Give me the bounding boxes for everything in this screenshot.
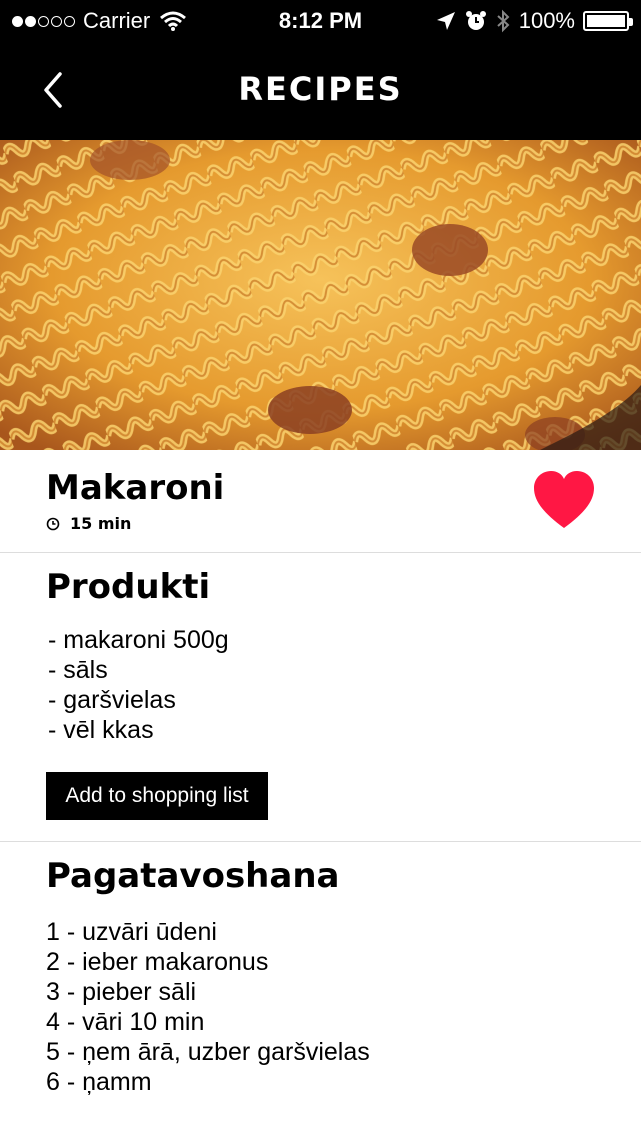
- step-item: 3 - pieber sāli: [46, 978, 197, 1006]
- battery-icon: [583, 11, 633, 31]
- preparation-section: Pagatavoshana 1 - uzvāri ūdeni 2 - ieber…: [0, 842, 641, 1136]
- nav-title: RECIPES: [238, 70, 403, 108]
- recipe-title: Makaroni: [46, 468, 225, 508]
- product-item: - garšvielas: [48, 686, 176, 714]
- preparation-title: Pagatavoshana: [46, 856, 340, 896]
- status-bar: Carrier 8:12 PM 100%: [0, 0, 641, 40]
- products-section: Produkti - makaroni 500g - sāls - garšvi…: [0, 553, 641, 842]
- step-item: 2 - ieber makaronus: [46, 948, 269, 976]
- step-item: 1 - uzvāri ūdeni: [46, 918, 217, 946]
- product-item: - vēl kkas: [48, 716, 154, 744]
- products-title: Produkti: [46, 567, 211, 607]
- location-arrow-icon: [436, 12, 455, 30]
- clock-icon: [46, 517, 60, 530]
- product-item: - makaroni 500g: [48, 626, 229, 654]
- top-bar: Carrier 8:12 PM 100% RECIPES: [0, 0, 641, 140]
- step-item: 5 - ņem ārā, uzber garšvielas: [46, 1038, 370, 1066]
- cook-time: 15 min: [70, 514, 132, 533]
- product-item: - sāls: [48, 656, 108, 684]
- preparation-steps: 1 - uzvāri ūdeni 2 - ieber makaronus 3 -…: [46, 917, 370, 1097]
- step-item: 4 - vāri 10 min: [46, 1008, 205, 1036]
- products-list: - makaroni 500g - sāls - garšvielas - vē…: [48, 625, 229, 745]
- recipe-photo: [0, 140, 641, 450]
- recipe-meta: 15 min: [46, 514, 131, 533]
- alarm-icon: [465, 11, 486, 30]
- pasta-image: [0, 140, 641, 450]
- step-item: 6 - ņamm: [46, 1068, 152, 1096]
- bluetooth-icon: [497, 9, 510, 33]
- favorite-heart-icon[interactable]: [532, 470, 596, 530]
- battery-percentage: 100%: [518, 8, 575, 33]
- status-right: 100%: [435, 8, 633, 34]
- add-to-shopping-list-button[interactable]: Add to shopping list: [46, 772, 268, 820]
- recipe-header: Makaroni 15 min: [0, 450, 641, 553]
